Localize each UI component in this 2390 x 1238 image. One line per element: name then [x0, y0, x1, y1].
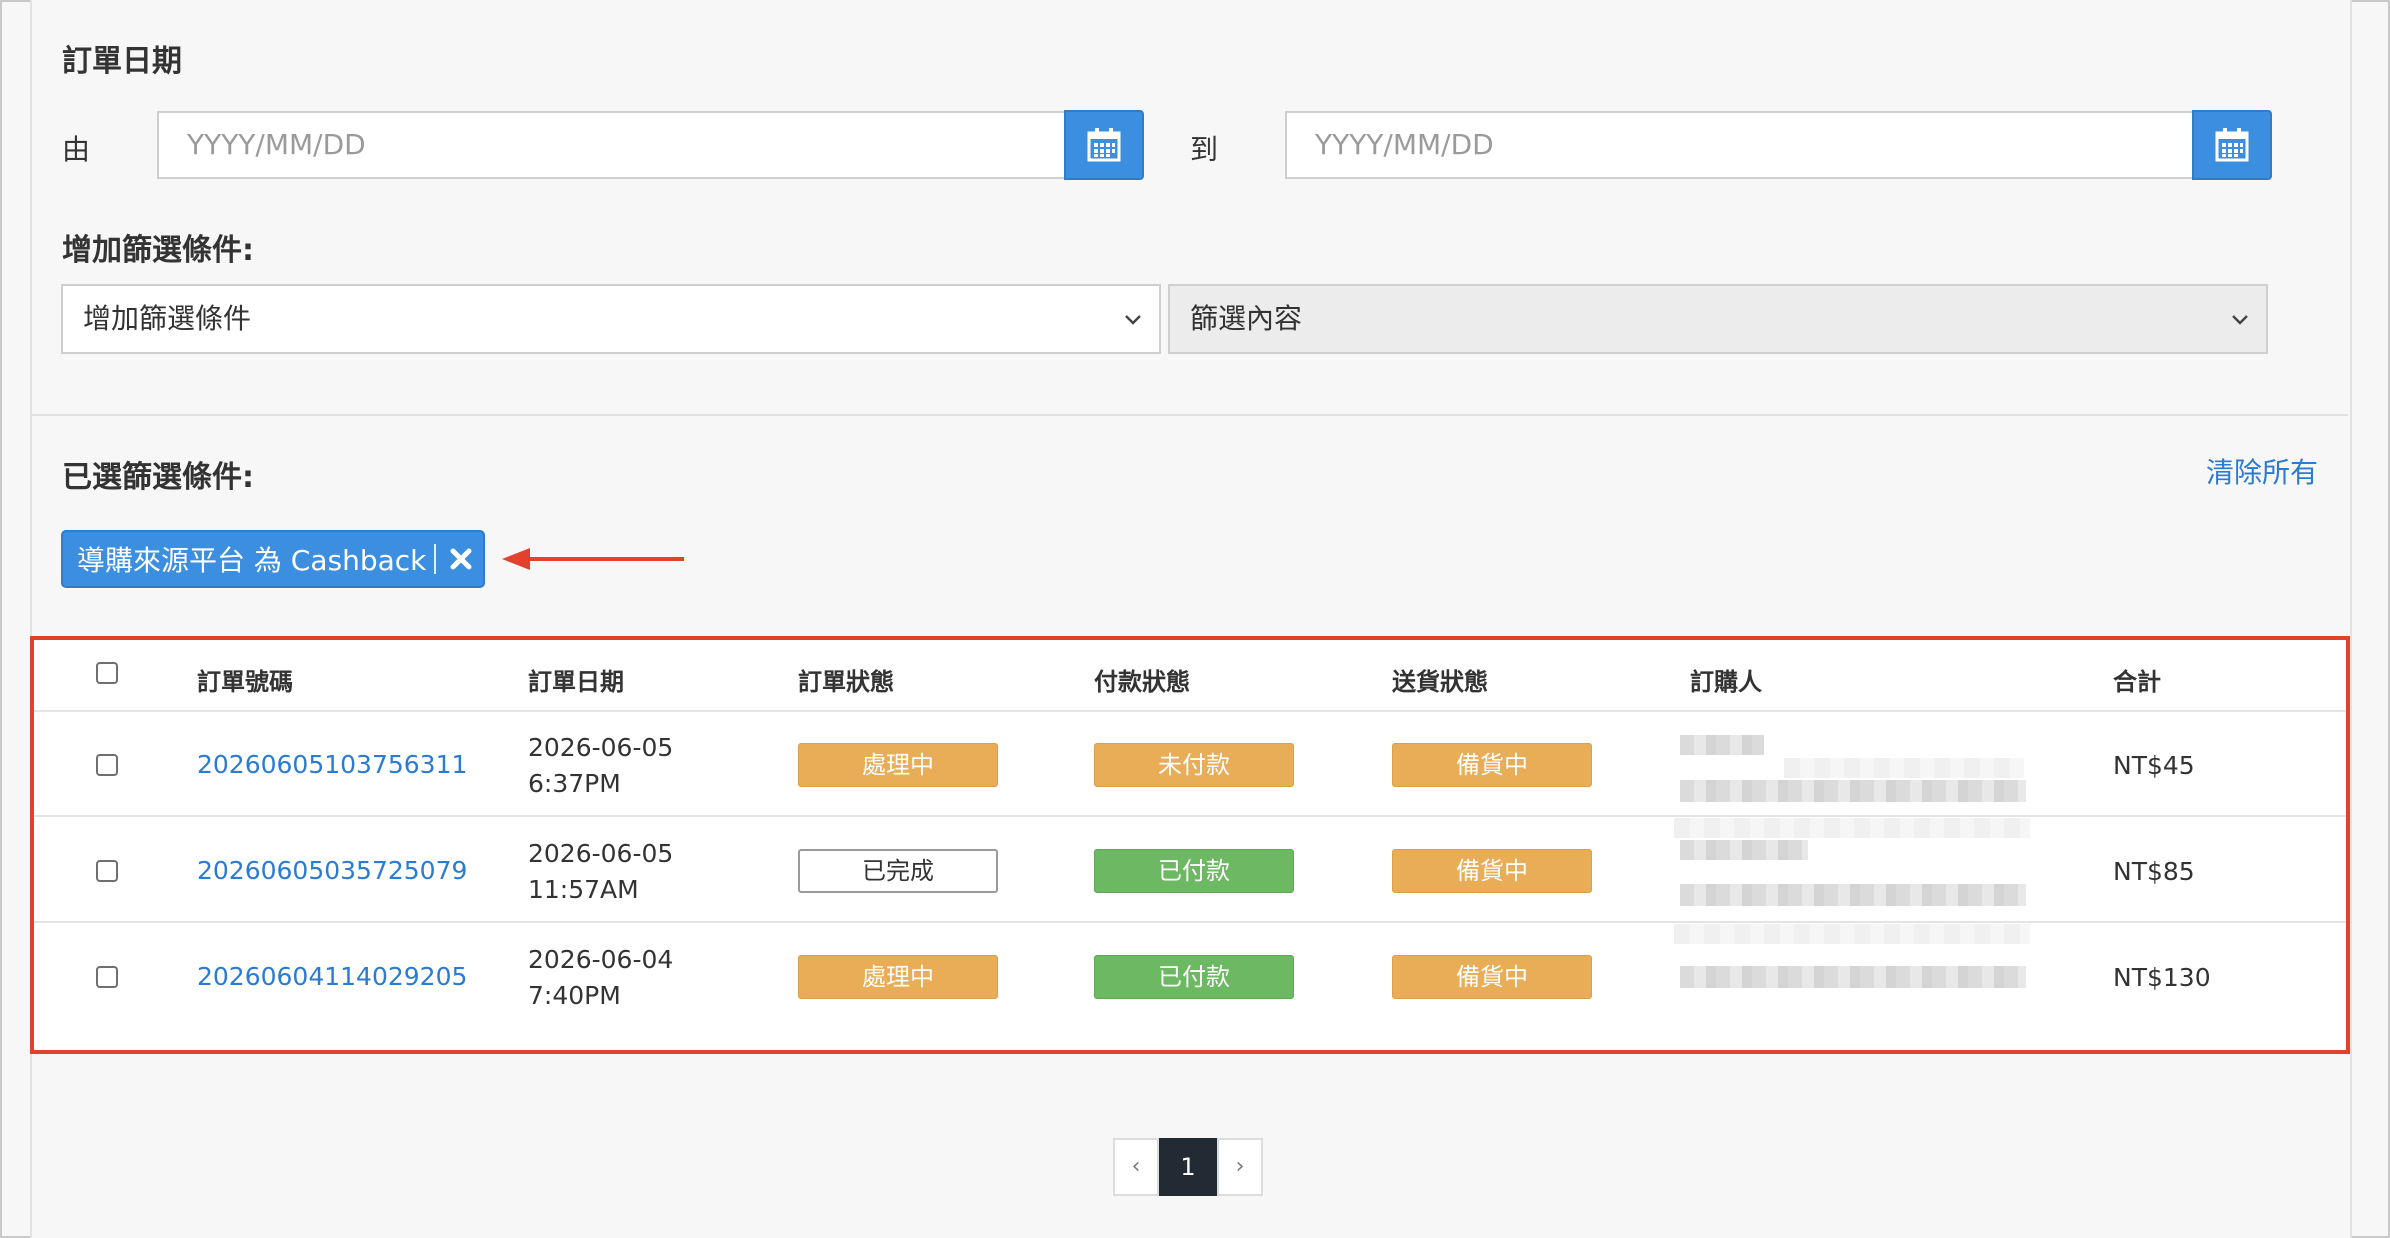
header-delivery-status: 送貨狀態 [1392, 668, 1488, 696]
calendar-icon [2215, 128, 2249, 162]
to-label: 到 [1190, 133, 1219, 166]
pagination-prev-button[interactable]: ‹ [1113, 1138, 1159, 1196]
add-filter-title: 增加篩選條件: [62, 233, 254, 268]
payment-status-badge: 已付款 [1094, 849, 1294, 893]
pagination-page-1[interactable]: 1 [1159, 1138, 1217, 1196]
payment-status-badge: 已付款 [1094, 955, 1294, 999]
order-date: 2026-06-04 7:40PM [528, 942, 673, 1014]
payment-status-badge: 未付款 [1094, 743, 1294, 787]
order-status-badge: 已完成 [798, 849, 998, 893]
filter-chip-remove-button[interactable] [447, 545, 475, 580]
order-date-day: 2026-06-05 [528, 839, 674, 868]
filter-field-select-value: 增加篩選條件 [83, 302, 252, 335]
order-number-link[interactable]: 20260605035725079 [197, 856, 467, 885]
order-date-time: 6:37PM [528, 769, 621, 798]
delivery-status-badge: 備貨中 [1392, 743, 1592, 787]
row-divider [34, 921, 2346, 923]
to-calendar-button[interactable] [2192, 110, 2272, 180]
order-status-badge: 處理中 [798, 955, 998, 999]
filter-chip[interactable]: 導購來源平台 為 Cashback [61, 530, 485, 588]
order-date-day: 2026-06-04 [528, 945, 674, 974]
to-date-input[interactable]: YYYY/MM/DD [1285, 111, 2195, 179]
chevron-down-icon [1125, 315, 1141, 325]
calendar-icon [1087, 128, 1121, 162]
from-date-input[interactable]: YYYY/MM/DD [157, 111, 1066, 179]
order-total: NT$130 [2113, 963, 2211, 992]
orders-table: 訂單號碼 訂單日期 訂單狀態 付款狀態 送貨狀態 訂購人 合計 20260605… [30, 636, 2350, 1054]
arrow-left-icon [502, 548, 684, 570]
from-calendar-button[interactable] [1064, 110, 1144, 180]
close-icon [450, 548, 472, 570]
header-total: 合計 [2113, 668, 2161, 696]
header-order-no: 訂單號碼 [197, 668, 293, 696]
clear-all-link[interactable]: 清除所有 [2206, 451, 2318, 491]
row-divider [34, 815, 2346, 817]
filter-chip-separator [434, 544, 436, 574]
order-total: NT$85 [2113, 857, 2195, 886]
row-checkbox[interactable] [96, 860, 118, 882]
header-payment-status: 付款狀態 [1094, 668, 1190, 696]
row-checkbox[interactable] [96, 754, 118, 776]
selected-filters-title: 已選篩選條件: [62, 460, 254, 495]
order-date-title: 訂單日期 [62, 44, 182, 79]
order-date-time: 7:40PM [528, 981, 621, 1010]
pagination-next-button[interactable]: › [1217, 1138, 1263, 1196]
filter-content-select-value: 篩選內容 [1190, 302, 1303, 335]
order-number-link[interactable]: 20260604114029205 [197, 962, 467, 991]
pagination: ‹ 1 › [1113, 1138, 1263, 1196]
filter-chip-label: 導購來源平台 為 Cashback [77, 544, 427, 577]
select-all-checkbox[interactable] [96, 662, 118, 684]
chevron-down-icon [2232, 315, 2248, 325]
order-date: 2026-06-05 6:37PM [528, 730, 673, 802]
from-label: 由 [62, 133, 91, 166]
header-order-date: 訂單日期 [528, 668, 624, 696]
row-checkbox[interactable] [96, 966, 118, 988]
row-divider [34, 710, 2346, 712]
delivery-status-badge: 備貨中 [1392, 955, 1592, 999]
order-status-badge: 處理中 [798, 743, 998, 787]
order-date-day: 2026-06-05 [528, 733, 674, 762]
header-order-status: 訂單狀態 [798, 668, 894, 696]
filter-content-select[interactable]: 篩選內容 [1168, 284, 2268, 354]
header-customer: 訂購人 [1690, 668, 1762, 696]
section-divider [30, 414, 2348, 416]
order-date-time: 11:57AM [528, 875, 639, 904]
delivery-status-badge: 備貨中 [1392, 849, 1592, 893]
order-date: 2026-06-05 11:57AM [528, 836, 673, 908]
order-number-link[interactable]: 20260605103756311 [197, 750, 467, 779]
order-total: NT$45 [2113, 751, 2195, 780]
filter-field-select[interactable]: 增加篩選條件 [61, 284, 1161, 354]
